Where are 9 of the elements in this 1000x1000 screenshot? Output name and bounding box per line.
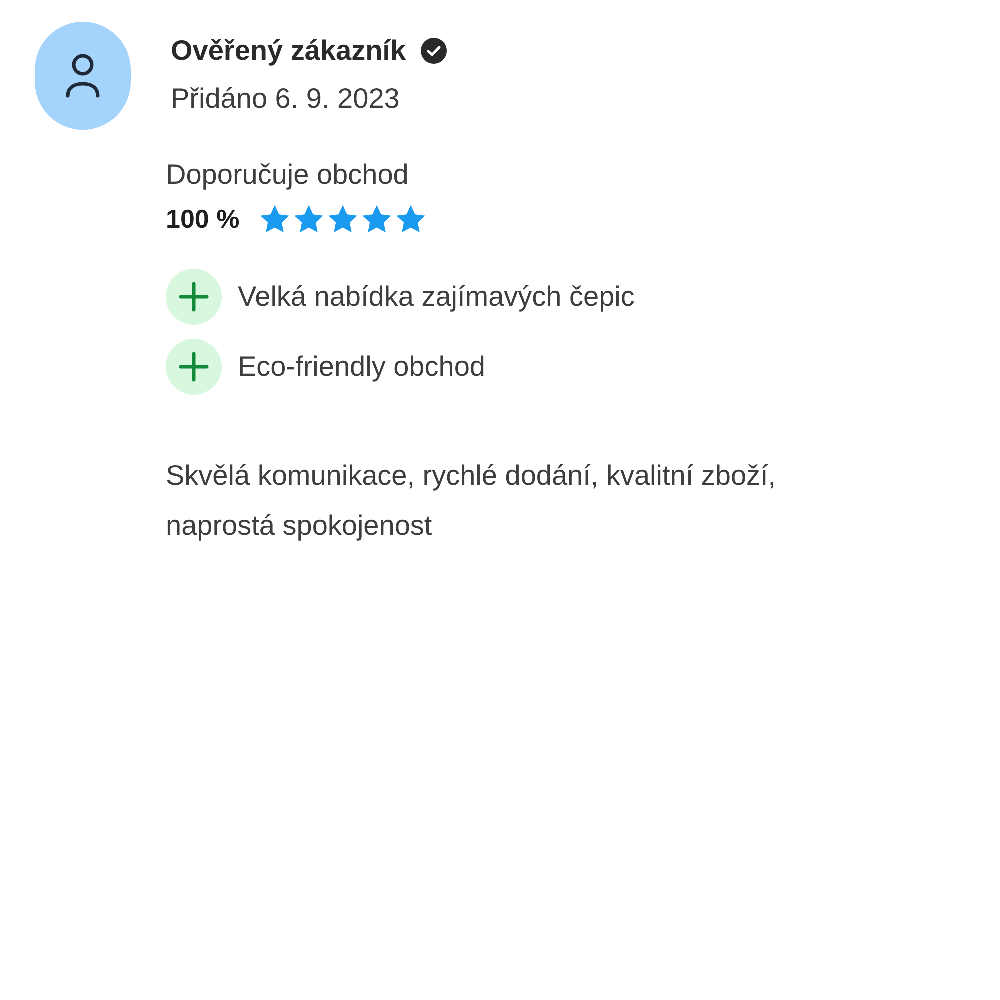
- reviewer-name: Ověřený zákazník: [171, 34, 406, 68]
- review-date: Přidáno 6. 9. 2023: [171, 82, 401, 116]
- pro-point: Velká nabídka zajímavých čepic: [238, 280, 635, 314]
- review-text: Skvělá komunikace, rychlé dodání, kvalitní zboží, naprostá spokojenost: [166, 459, 778, 543]
- plus-icon: [166, 269, 222, 325]
- plus-icon: [166, 339, 222, 395]
- pro-point: Eco-friendly obchod: [238, 350, 486, 384]
- recommend-label: Doporučuje obchod: [166, 158, 410, 192]
- recommend-percent: 100 %: [166, 203, 240, 236]
